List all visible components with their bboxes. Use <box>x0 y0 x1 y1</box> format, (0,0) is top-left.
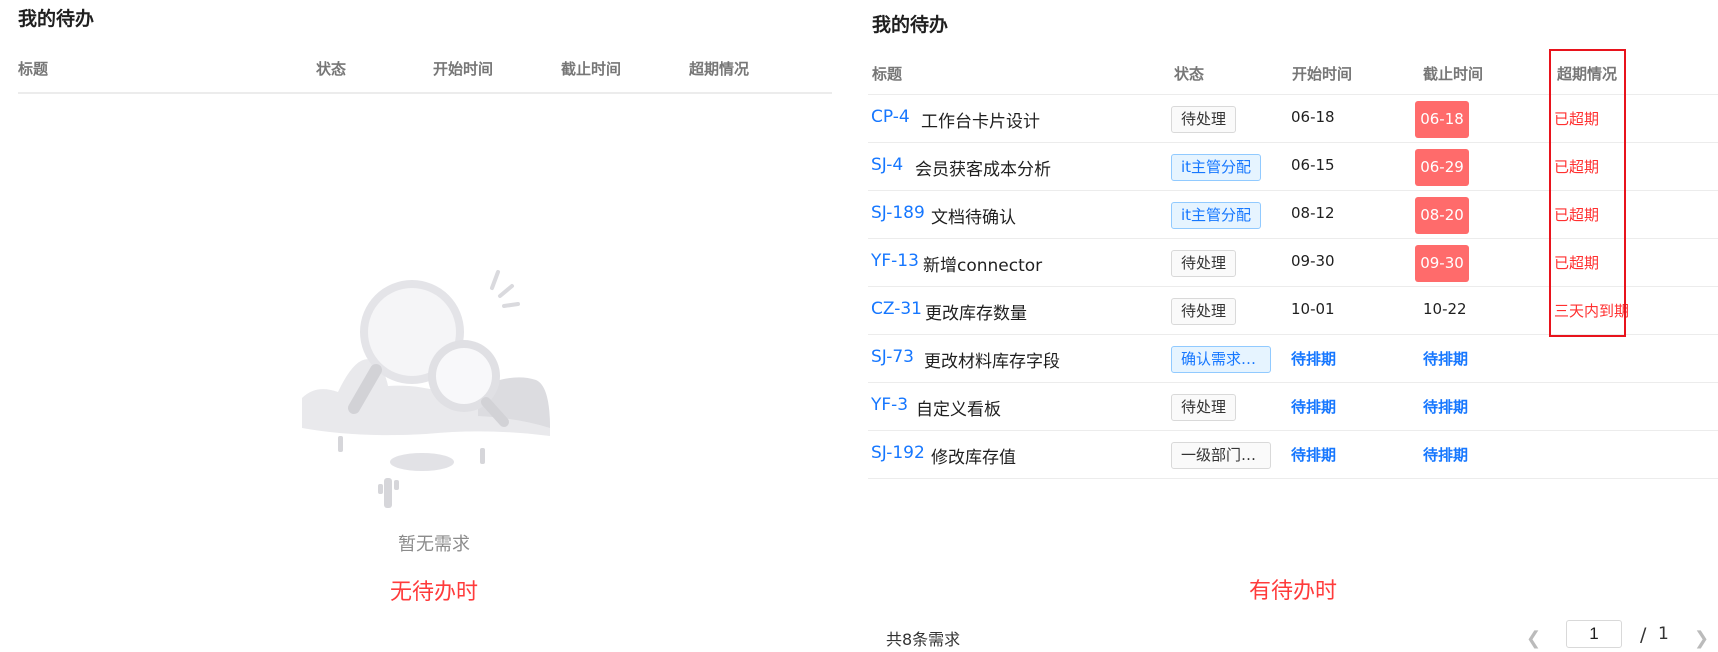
page-number-input[interactable] <box>1566 620 1622 648</box>
end-date: 10-22 <box>1423 300 1467 318</box>
header-divider <box>18 92 832 94</box>
overdue-column-highlight <box>1549 49 1626 337</box>
column-header-title: 标题 <box>18 60 49 78</box>
todo-list-panel: 我的待办 标题 状态 开始时间 截止时间 超期情况 CP-4 工作台卡片设计 待… <box>868 0 1718 652</box>
status-tag[interactable]: 一级部门… <box>1171 442 1271 469</box>
empty-todo-panel: 我的待办 标题 状态 开始时间 截止时间 超期情况 暂无需求 无待办时 <box>0 0 850 652</box>
panel-title: 我的待办 <box>872 14 949 36</box>
column-header-overdue: 超期情况 <box>689 60 750 78</box>
end-date-overdue: 09-30 <box>1415 245 1469 282</box>
task-title[interactable]: 更改库存数量 <box>925 299 1027 324</box>
task-title[interactable]: 修改库存值 <box>931 443 1016 468</box>
task-code-link[interactable]: CZ-31 <box>871 299 922 319</box>
task-title[interactable]: 文档待确认 <box>931 203 1016 228</box>
task-code-link[interactable]: SJ-192 <box>871 443 925 463</box>
task-title[interactable]: 更改材料库存字段 <box>924 347 1060 372</box>
task-code-link[interactable]: SJ-73 <box>871 347 914 367</box>
start-date: 09-30 <box>1291 252 1335 270</box>
chevron-left-icon[interactable]: ❮ <box>1526 628 1541 649</box>
status-tag[interactable]: 确认需求… <box>1171 346 1271 373</box>
column-header-end: 截止时间 <box>561 60 622 78</box>
chevron-right-icon[interactable]: ❯ <box>1694 628 1709 649</box>
table-row[interactable]: YF-3 自定义看板 待处理 待排期 待排期 <box>868 383 1718 431</box>
status-tag[interactable]: it主管分配 <box>1171 154 1262 181</box>
start-date: 08-12 <box>1291 204 1335 222</box>
end-date-pending[interactable]: 待排期 <box>1423 348 1468 369</box>
task-code-link[interactable]: CP-4 <box>871 107 910 127</box>
end-date-overdue: 06-18 <box>1415 101 1469 138</box>
page-total: 1 <box>1658 624 1669 644</box>
annotation-list: 有待办时 <box>1248 579 1337 604</box>
column-header-end: 截止时间 <box>1423 65 1484 83</box>
end-date-pending[interactable]: 待排期 <box>1423 444 1468 465</box>
task-code-link[interactable]: YF-13 <box>871 251 919 271</box>
table-row[interactable]: SJ-73 更改材料库存字段 确认需求… 待排期 待排期 <box>868 335 1718 383</box>
task-code-link[interactable]: SJ-189 <box>871 203 925 223</box>
task-title[interactable]: 工作台卡片设计 <box>921 107 1040 132</box>
table-header: 标题 状态 开始时间 截止时间 超期情况 <box>0 58 832 88</box>
status-tag[interactable]: 待处理 <box>1171 394 1237 421</box>
start-date: 10-01 <box>1291 300 1335 318</box>
status-tag[interactable]: it主管分配 <box>1171 202 1262 229</box>
status-tag[interactable]: 待处理 <box>1171 298 1237 325</box>
status-tag[interactable]: 待处理 <box>1171 106 1237 133</box>
start-date: 06-18 <box>1291 108 1335 126</box>
page-separator: / <box>1640 624 1647 646</box>
start-date-pending[interactable]: 待排期 <box>1291 348 1336 369</box>
table-row[interactable]: SJ-192 修改库存值 一级部门… 待排期 待排期 <box>868 431 1718 479</box>
end-date-overdue: 08-20 <box>1415 197 1469 234</box>
column-header-title: 标题 <box>872 65 903 83</box>
total-count: 共8条需求 <box>886 630 961 649</box>
column-header-start: 开始时间 <box>433 60 494 78</box>
end-date-overdue: 06-29 <box>1415 149 1469 186</box>
empty-state-text: 暂无需求 <box>398 534 470 555</box>
task-code-link[interactable]: SJ-4 <box>871 155 903 175</box>
column-header-status: 状态 <box>1174 65 1205 83</box>
task-title[interactable]: 会员获客成本分析 <box>915 155 1051 180</box>
column-header-start: 开始时间 <box>1292 65 1353 83</box>
empty-search-illustration <box>302 270 550 508</box>
task-code-link[interactable]: YF-3 <box>871 395 908 415</box>
annotation-empty: 无待办时 <box>389 580 478 605</box>
start-date-pending[interactable]: 待排期 <box>1291 444 1336 465</box>
task-title[interactable]: 新增connector <box>923 251 1042 276</box>
start-date: 06-15 <box>1291 156 1335 174</box>
start-date-pending[interactable]: 待排期 <box>1291 396 1336 417</box>
panel-title: 我的待办 <box>18 8 95 30</box>
task-title[interactable]: 自定义看板 <box>916 395 1001 420</box>
column-header-status: 状态 <box>316 60 347 78</box>
end-date-pending[interactable]: 待排期 <box>1423 396 1468 417</box>
status-tag[interactable]: 待处理 <box>1171 250 1237 277</box>
